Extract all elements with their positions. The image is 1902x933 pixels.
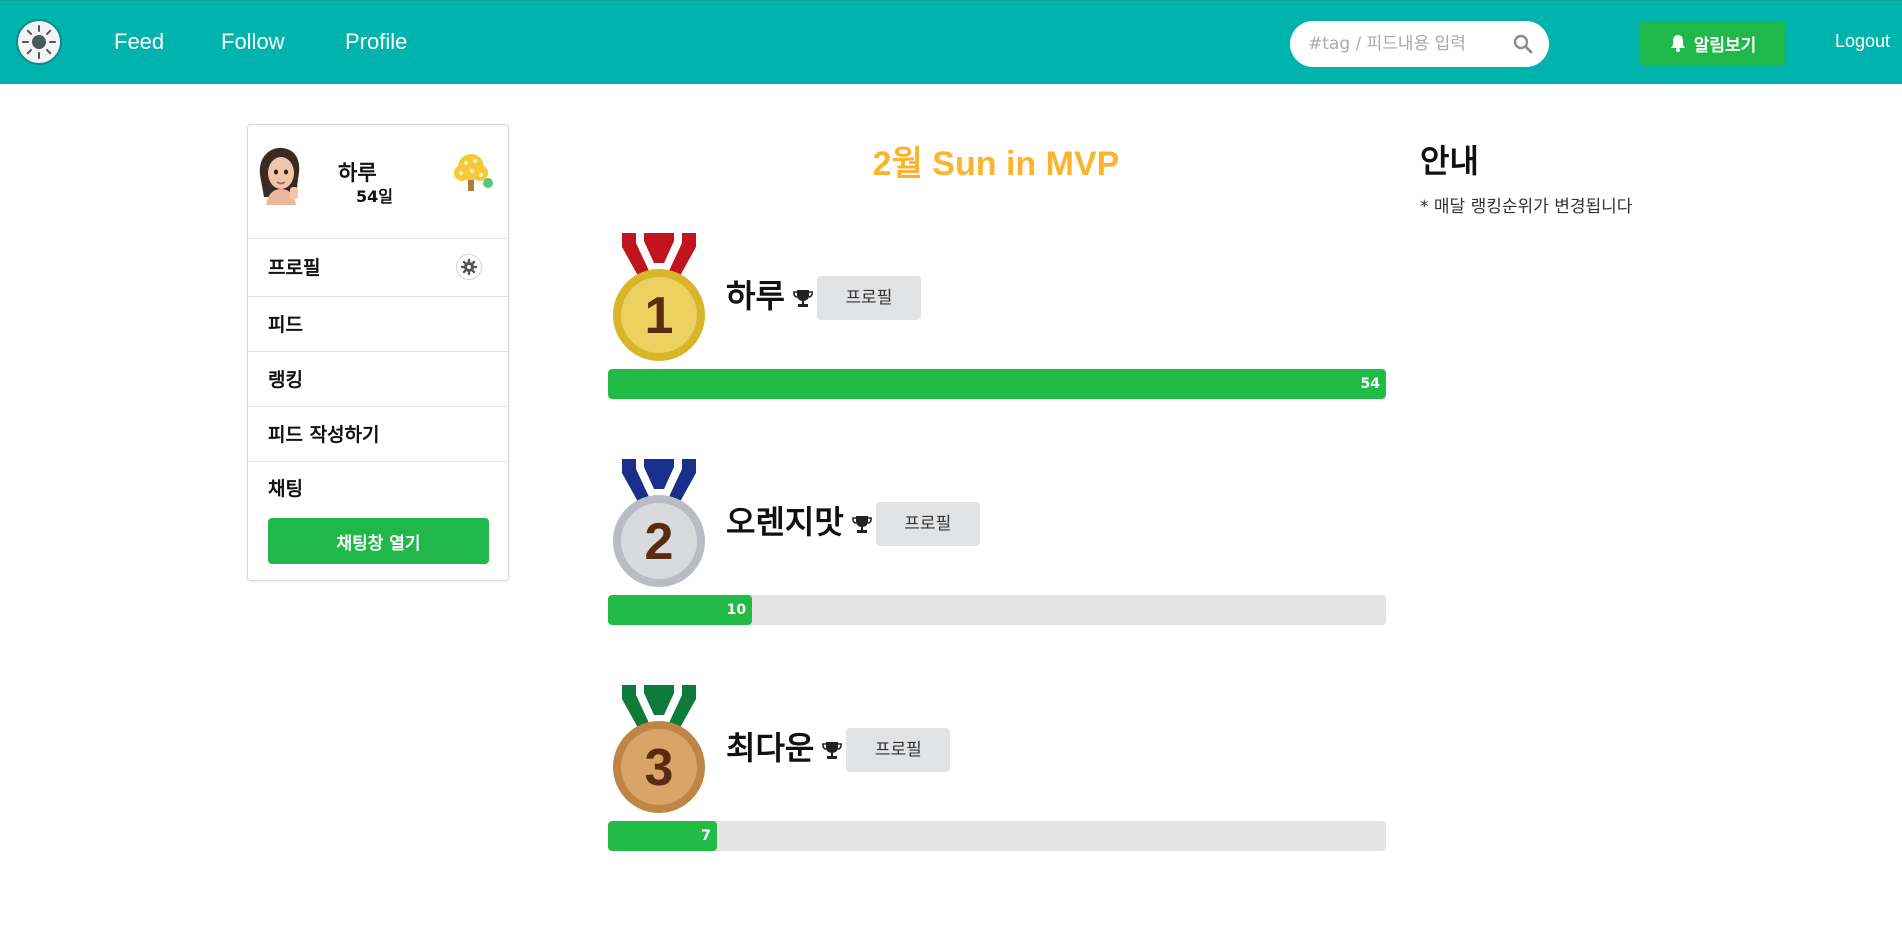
trophy-icon xyxy=(822,742,843,759)
sidebar-item-label: 채팅 xyxy=(268,478,303,500)
silver-medal-icon: 2 xyxy=(613,459,705,587)
search-box xyxy=(1290,21,1549,67)
user-days: 54일 xyxy=(356,187,393,206)
score-bar: 10 xyxy=(608,595,753,625)
score-bar-track: 7 xyxy=(608,821,1386,851)
sidebar-item-profile[interactable]: 프로필 xyxy=(248,238,508,296)
sun-logo-icon[interactable] xyxy=(16,19,62,65)
trophy-icon xyxy=(793,290,813,307)
gear-icon[interactable] xyxy=(456,254,482,280)
sidebar-item-ranking[interactable]: 랭킹 xyxy=(248,351,508,406)
score-bar: 54 xyxy=(608,369,1386,399)
rank-name-row: 하루 프로필 xyxy=(726,271,921,320)
sidebar-item-write-feed[interactable]: 피드 작성하기 xyxy=(248,406,508,461)
nav-link-feed[interactable]: Feed xyxy=(114,29,164,55)
score-bar-track: 10 xyxy=(608,595,1386,625)
nav-link-follow[interactable]: Follow xyxy=(221,29,285,55)
sidebar-item-label: 피드 xyxy=(268,314,303,336)
profile-button[interactable]: 프로필 xyxy=(816,276,921,320)
profile-button[interactable]: 프로필 xyxy=(875,502,980,546)
sidebar-item-label: 피드 작성하기 xyxy=(268,424,380,446)
notice-title: 안내 xyxy=(1420,142,1479,180)
logout-link[interactable]: Logout xyxy=(1835,31,1890,52)
open-chat-button[interactable]: 채팅창 열기 xyxy=(268,518,489,564)
alarm-button-label: 알림보기 xyxy=(1693,35,1757,56)
page-title: 2월 Sun in MVP xyxy=(872,145,1120,183)
notice-text: * 매달 랭킹순위가 변경됩니다 xyxy=(1420,197,1633,217)
gold-medal-icon: 1 xyxy=(613,233,705,361)
alarm-button[interactable]: 알림보기 xyxy=(1640,21,1786,65)
sidebar-item-label: 프로필 xyxy=(268,257,321,279)
rank-entry-3: 3 최다운 프로필 7 xyxy=(608,685,1386,855)
medal-rank-number: 2 xyxy=(645,513,674,571)
top-navbar: Feed Follow Profile 알림보기 Logout xyxy=(0,0,1902,84)
avatar xyxy=(259,147,300,205)
rank-name-row: 오렌지맛 프로필 xyxy=(726,497,980,546)
rank-name: 오렌지맛 xyxy=(726,503,844,541)
bell-icon xyxy=(1670,35,1685,52)
score-bar-track: 54 xyxy=(608,369,1386,399)
score-bar: 7 xyxy=(608,821,717,851)
rank-entry-1: 1 하루 프로필 54 xyxy=(608,233,1386,403)
rank-entry-2: 2 오렌지맛 프로필 10 xyxy=(608,459,1386,629)
profile-button[interactable]: 프로필 xyxy=(846,728,951,772)
sidebar-item-label: 랭킹 xyxy=(268,369,303,391)
medal-rank-number: 1 xyxy=(645,287,674,345)
search-input[interactable] xyxy=(1308,32,1508,56)
medal-rank-number: 3 xyxy=(645,739,674,797)
nav-link-profile[interactable]: Profile xyxy=(345,29,407,55)
sidebar-item-feed[interactable]: 피드 xyxy=(248,296,508,351)
search-icon[interactable] xyxy=(1513,34,1533,54)
bronze-medal-icon: 3 xyxy=(613,685,705,813)
tree-icon xyxy=(444,145,498,199)
sidebar-item-chat[interactable]: 채팅 xyxy=(248,461,508,511)
trophy-icon xyxy=(851,516,872,533)
rank-name: 최다운 xyxy=(726,729,815,767)
rank-name-row: 최다운 프로필 xyxy=(726,723,951,772)
sidebar-card: 하루 54일 프로필 피드 랭킹 피드 작성하기 채팅 채팅창 열기 xyxy=(247,124,509,581)
rank-name: 하루 xyxy=(726,277,785,315)
